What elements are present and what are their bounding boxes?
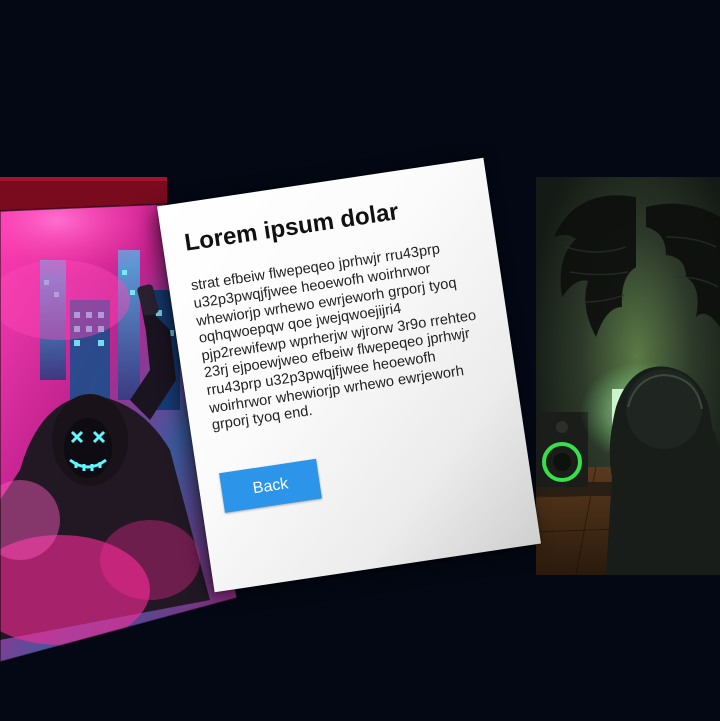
right-gallery-card[interactable] xyxy=(536,177,720,575)
hacker-image xyxy=(536,177,720,575)
back-button[interactable]: Back xyxy=(219,458,322,513)
card-body-text: strat efbeiw flwepeqeo jprhwjr rru43prp … xyxy=(190,241,478,434)
info-card: Lorem ipsum dolar strat efbeiw flwepeqeo… xyxy=(156,157,542,593)
gallery-stage: Lorem ipsum dolar strat efbeiw flwepeqeo… xyxy=(0,0,720,721)
